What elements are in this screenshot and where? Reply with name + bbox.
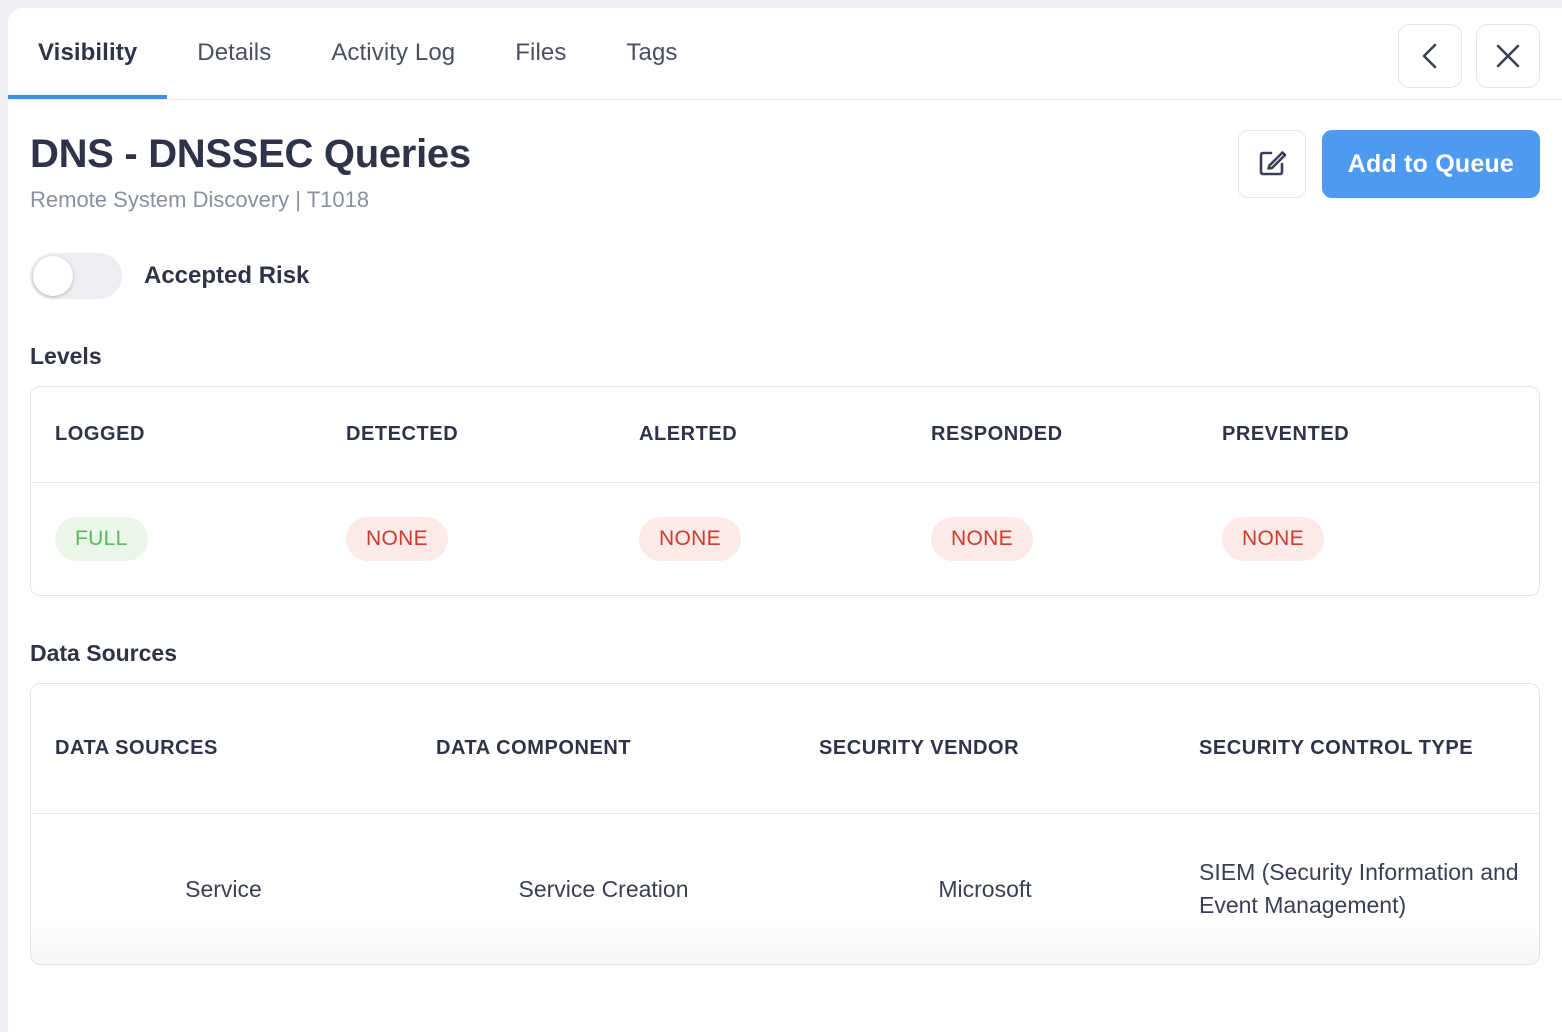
ds-cell-security-vendor: Microsoft <box>801 873 1181 906</box>
status-badge-logged: FULL <box>55 517 148 562</box>
add-to-queue-button[interactable]: Add to Queue <box>1321 130 1540 198</box>
tab-list: Visibility Details Activity Log Files Ta… <box>8 8 708 99</box>
tab-visibility[interactable]: Visibility <box>8 8 168 99</box>
tab-tags[interactable]: Tags <box>596 8 707 99</box>
tab-activity-log[interactable]: Activity Log <box>301 8 485 99</box>
table-row: Service Service Creation Microsoft SIEM … <box>31 814 1539 965</box>
ds-cell-security-control-type: SIEM (Security Information and Event Man… <box>1181 856 1521 923</box>
levels-cell-logged: FULL <box>31 517 326 562</box>
accepted-risk-label: Accepted Risk <box>144 262 310 290</box>
toggle-knob <box>33 256 73 297</box>
header-block: DNS - DNSSEC Queries Remote System Disco… <box>30 100 1540 213</box>
tab-bar: Visibility Details Activity Log Files Ta… <box>8 8 1562 100</box>
panel-nav-buttons <box>1398 24 1540 88</box>
accepted-risk-row: Accepted Risk <box>30 253 1540 300</box>
close-icon <box>1493 41 1523 71</box>
ds-value-security-vendor: Microsoft <box>938 875 1032 902</box>
ds-column-security-vendor: SECURITY VENDOR <box>819 737 1020 760</box>
header-actions: Add to Queue <box>1237 130 1540 198</box>
ds-cell-data-component: Service Creation <box>416 873 801 906</box>
accepted-risk-toggle[interactable] <box>30 253 122 300</box>
detail-panel: Visibility Details Activity Log Files Ta… <box>8 8 1562 1032</box>
data-sources-section-title: Data Sources <box>30 640 178 667</box>
chevron-left-icon <box>1417 41 1443 71</box>
levels-table-row: FULL NONE NONE NONE NONE <box>31 483 1539 595</box>
edit-button[interactable] <box>1237 130 1306 198</box>
levels-column-logged: LOGGED <box>55 423 145 446</box>
ds-column-data-component: DATA COMPONENT <box>436 737 632 760</box>
back-button[interactable] <box>1398 24 1462 88</box>
tab-details[interactable]: Details <box>167 8 301 99</box>
ds-value-data-component: Service Creation <box>518 875 689 902</box>
levels-cell-detected: NONE <box>326 517 621 562</box>
levels-table: LOGGED DETECTED ALERTED RESPONDED PREVEN… <box>30 386 1540 597</box>
ds-value-data-source: Service <box>185 875 262 902</box>
tab-label: Details <box>197 39 272 66</box>
levels-section-title: Levels <box>30 343 102 370</box>
ds-cell-data-source: Service <box>31 873 416 906</box>
tab-label: Visibility <box>38 39 138 66</box>
levels-column-detected: DETECTED <box>346 423 459 446</box>
ds-column-security-control-type: SECURITY CONTROL TYPE <box>1199 737 1474 760</box>
levels-column-prevented: PREVENTED <box>1222 423 1350 446</box>
data-sources-table-header: DATA SOURCES DATA COMPONENT SECURITY VEN… <box>31 684 1539 815</box>
status-badge-prevented: NONE <box>1222 517 1324 562</box>
levels-cell-prevented: NONE <box>1204 517 1524 562</box>
levels-column-alerted: ALERTED <box>639 423 738 446</box>
edit-pencil-square-icon <box>1256 146 1288 183</box>
status-badge-alerted: NONE <box>639 517 741 562</box>
levels-table-header: LOGGED DETECTED ALERTED RESPONDED PREVEN… <box>31 387 1539 484</box>
ds-column-data-sources: DATA SOURCES <box>55 737 218 760</box>
tab-label: Activity Log <box>331 39 456 66</box>
ds-value-security-control-type: SIEM (Security Information and Event Man… <box>1199 858 1519 919</box>
levels-cell-alerted: NONE <box>621 517 914 562</box>
tab-label: Files <box>515 39 567 66</box>
panel-content: DNS - DNSSEC Queries Remote System Disco… <box>8 100 1562 966</box>
data-sources-table: DATA SOURCES DATA COMPONENT SECURITY VEN… <box>30 683 1540 966</box>
status-badge-responded: NONE <box>931 517 1033 562</box>
tab-files[interactable]: Files <box>485 8 596 99</box>
levels-cell-responded: NONE <box>914 517 1204 562</box>
close-button[interactable] <box>1476 24 1540 88</box>
tab-label: Tags <box>626 39 678 66</box>
levels-column-responded: RESPONDED <box>931 423 1063 446</box>
status-badge-detected: NONE <box>346 517 448 562</box>
